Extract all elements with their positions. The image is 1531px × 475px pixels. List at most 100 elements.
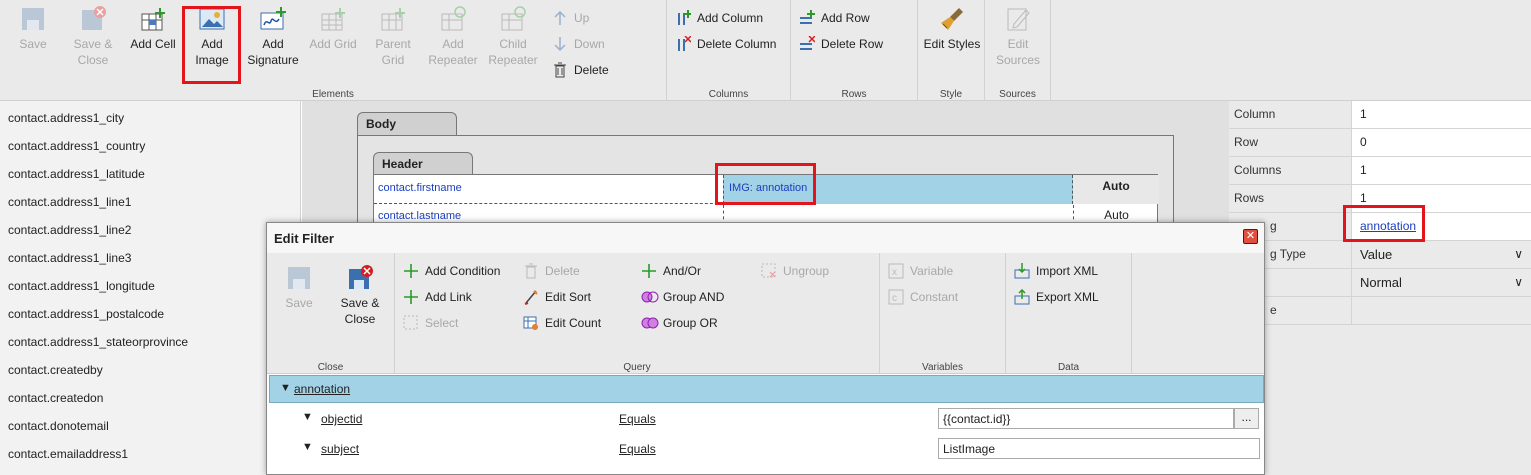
save-close-label-2: Close (77, 53, 109, 67)
collapse-triangle-icon[interactable]: ▼ (280, 382, 294, 394)
condition-value-input[interactable]: {{contact.id}} (938, 408, 1234, 429)
field-item[interactable]: contact.donotemail (0, 411, 300, 439)
add-condition-button[interactable]: Add Condition (403, 263, 500, 279)
field-item[interactable]: contact.address1_latitude (0, 159, 300, 187)
prop-key: Rows (1234, 191, 1265, 205)
dialog-save-button[interactable]: Save (283, 265, 315, 311)
parent-grid-button[interactable]: Parent Grid (368, 6, 418, 68)
prop-value[interactable]: 1 (1351, 101, 1531, 128)
rows-group-label: Rows (841, 89, 867, 100)
save-button[interactable]: Save (18, 6, 48, 52)
dialog-delete-button[interactable]: Delete (523, 263, 580, 279)
sort-icon (523, 289, 539, 305)
field-item[interactable]: contact.emailaddress1 (0, 439, 300, 467)
close-icon[interactable]: ✕ (1243, 229, 1258, 244)
edit-sources-button[interactable]: Edit Sources (993, 6, 1043, 68)
delete-column-icon (675, 35, 692, 52)
import-xml-button[interactable]: Import XML (1014, 263, 1098, 279)
add-cell-button[interactable]: Add Cell (128, 6, 178, 52)
up-button[interactable]: Up (552, 10, 589, 26)
entity-node[interactable]: ▼ annotation (269, 375, 1264, 403)
header-tab[interactable]: Header (373, 152, 473, 175)
field-item[interactable]: contact.address1_city (0, 103, 300, 131)
collapse-triangle-icon[interactable]: ▼ (302, 441, 316, 453)
entity-link[interactable]: annotation (294, 382, 350, 396)
image-source-link[interactable]: annotation (1351, 213, 1531, 240)
prop-value[interactable] (1351, 297, 1531, 324)
edit-sort-button[interactable]: Edit Sort (523, 289, 591, 305)
field-item[interactable]: contact.address1_line1 (0, 187, 300, 215)
field-item[interactable]: contact.address1_longitude (0, 271, 300, 299)
and-or-button[interactable]: And/Or (641, 263, 701, 279)
dialog-save-close-button[interactable]: Save & Close (335, 265, 385, 327)
add-row-button[interactable]: Add Row (799, 10, 870, 26)
field-item[interactable]: contact.address1_postalcode (0, 299, 300, 327)
field-item[interactable]: contact.address1_stateorprovince (0, 327, 300, 355)
prop-value[interactable]: 0 (1351, 129, 1531, 156)
delete-row-icon (799, 35, 816, 52)
prop-key: g Type (1270, 247, 1306, 261)
condition-operator[interactable]: Equals (619, 442, 656, 456)
condition-value-input[interactable]: ListImage (938, 438, 1260, 459)
binding-type-select[interactable]: Value (1351, 241, 1531, 268)
field-item[interactable]: contact.address1_line3 (0, 243, 300, 271)
add-image-button[interactable]: Add Image (190, 6, 234, 68)
condition-field[interactable]: subject (321, 442, 359, 456)
child-repeater-button[interactable]: Child Repeater (486, 6, 540, 68)
size-select[interactable]: Normal (1351, 269, 1531, 296)
group-or-label: Group OR (663, 316, 718, 330)
grid-row-1: contact.firstname IMG: annotation Auto (374, 175, 1159, 204)
add-repeater-button[interactable]: Add Repeater (426, 6, 480, 68)
save-close-icon (80, 6, 106, 32)
prop-value[interactable]: 1 (1351, 185, 1531, 212)
add-condition-label: Add Condition (425, 264, 501, 278)
delete-row-label: Delete Row (821, 37, 884, 51)
export-xml-button[interactable]: Export XML (1014, 288, 1099, 305)
firstname-cell[interactable]: contact.firstname (378, 182, 462, 194)
add-repeater-label-2: Repeater (428, 53, 478, 67)
add-image-label-1: Add (201, 37, 223, 51)
add-grid-button[interactable]: Add Grid (306, 6, 360, 52)
add-signature-button[interactable]: Add Signature (246, 6, 300, 68)
delete-row-button[interactable]: Delete Row (799, 35, 884, 52)
prop-value[interactable]: 1 (1351, 157, 1531, 184)
delete-column-button[interactable]: Delete Column (675, 35, 776, 52)
ellipsis-button[interactable]: ... (1234, 408, 1259, 429)
prop-rows: Rows 1 (1229, 185, 1531, 213)
add-link-button[interactable]: Add Link (403, 289, 472, 305)
import-icon (1014, 263, 1030, 279)
edit-count-button[interactable]: Edit Count (523, 315, 601, 331)
add-repeater-label-1: Add (442, 37, 464, 51)
image-cell[interactable]: IMG: annotation (723, 175, 1073, 204)
field-item[interactable]: contact.createdby (0, 355, 300, 383)
select-label: Select (425, 316, 459, 330)
field-item[interactable]: contact.address1_line2 (0, 215, 300, 243)
arrow-down-icon (552, 36, 568, 52)
select-button[interactable]: Select (403, 315, 458, 331)
constant-button[interactable]: c Constant (888, 289, 958, 305)
save-close-icon (347, 265, 373, 291)
data-group-label: Data (1057, 362, 1080, 373)
collapse-triangle-icon[interactable]: ▼ (302, 411, 316, 423)
condition-operator[interactable]: Equals (619, 412, 656, 426)
and-or-label: And/Or (663, 264, 702, 278)
field-item[interactable]: contact.createdon (0, 383, 300, 411)
variable-button[interactable]: x Variable (888, 263, 953, 279)
group-or-button[interactable]: Group OR (641, 315, 718, 331)
signature-icon (260, 6, 286, 32)
dialog-save-label: Save (285, 296, 313, 310)
field-item[interactable]: contact.address1_country (0, 131, 300, 159)
style-group-label: Style (939, 89, 963, 100)
save-close-button[interactable]: Save & Close (68, 6, 118, 68)
prop-row: Row 0 (1229, 129, 1531, 157)
body-tab[interactable]: Body (357, 112, 457, 136)
edit-styles-button[interactable]: Edit Styles (922, 6, 982, 52)
delete-button[interactable]: Delete (552, 62, 609, 78)
down-button[interactable]: Down (552, 36, 605, 52)
lastname-cell[interactable]: contact.lastname (378, 210, 461, 222)
child-repeater-label-2: Repeater (488, 53, 538, 67)
group-and-button[interactable]: Group AND (641, 289, 724, 305)
ungroup-button[interactable]: Ungroup (761, 263, 829, 279)
condition-field[interactable]: objectid (321, 412, 362, 426)
add-column-button[interactable]: Add Column (675, 10, 763, 26)
